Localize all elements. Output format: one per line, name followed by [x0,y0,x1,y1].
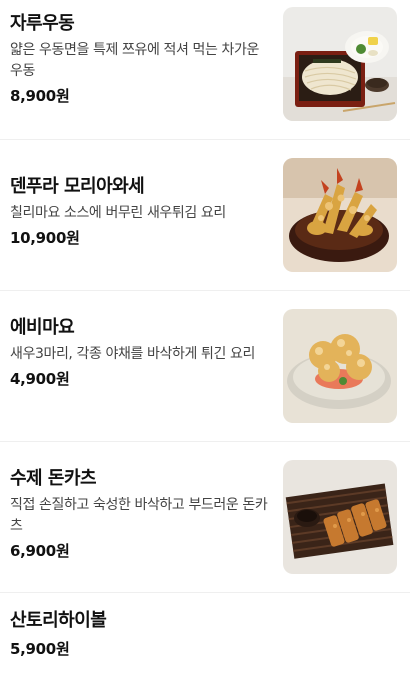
menu-item-description: 직접 손질하고 숙성한 바삭하고 부드러운 돈카츠 [10,497,268,534]
menu-item-name: 수제 돈카츠 [10,468,97,489]
menu-item-tempura[interactable]: 덴푸라 모리아와세 칠리마요 소스에 버무린 새우튀김 요리 10,900원 [0,140,410,291]
menu-item-price: 10,900원 [10,229,80,247]
menu-item-name: 자루우동 [10,13,75,34]
tempura-bowl-photo [283,158,397,272]
menu-item-zaru-udon[interactable]: 자루우동 얇은 우동면을 특제 쯔유에 적셔 먹는 차가운 우동 8,900원 [0,0,410,140]
menu-list: 자루우동 얇은 우동면을 특제 쯔유에 적셔 먹는 차가운 우동 8,900원 [0,0,410,673]
tonkatsu-photo [283,460,397,574]
ebi-mayo-photo [283,309,397,423]
menu-item-text: 수제 돈카츠 직접 손질하고 숙성한 바삭하고 부드러운 돈카츠 6,900원 [10,467,272,561]
menu-item-price: 8,900원 [10,87,70,105]
menu-item-description: 칠리마요 소스에 버무린 새우튀김 요리 [10,205,226,221]
menu-item-description: 얇은 우동면을 특제 쯔유에 적셔 먹는 차가운 우동 [10,42,259,79]
menu-item-text: 덴푸라 모리아와세 칠리마요 소스에 버무린 새우튀김 요리 10,900원 [10,175,272,248]
menu-item-text: 에비마요 새우3마리, 각종 야채를 바삭하게 튀긴 요리 4,900원 [10,316,272,389]
menu-item-suntory-highball[interactable]: 산토리하이볼 5,900원 [0,593,410,673]
menu-item-description: 새우3마리, 각종 야채를 바삭하게 튀긴 요리 [10,346,255,362]
menu-item-name: 산토리하이볼 [10,610,107,631]
menu-item-price: 4,900원 [10,370,70,388]
menu-item-ebi-mayo[interactable]: 에비마요 새우3마리, 각종 야채를 바삭하게 튀긴 요리 4,900원 [0,291,410,442]
menu-item-tonkatsu[interactable]: 수제 돈카츠 직접 손질하고 숙성한 바삭하고 부드러운 돈카츠 6,900원 [0,442,410,593]
menu-item-name: 덴푸라 모리아와세 [10,176,145,197]
menu-item-price: 5,900원 [10,640,70,658]
zaru-udon-photo [283,7,397,121]
menu-item-text: 산토리하이볼 5,900원 [10,609,272,659]
menu-item-name: 에비마요 [10,317,75,338]
menu-item-text: 자루우동 얇은 우동면을 특제 쯔유에 적셔 먹는 차가운 우동 8,900원 [10,12,272,106]
menu-item-price: 6,900원 [10,542,70,560]
